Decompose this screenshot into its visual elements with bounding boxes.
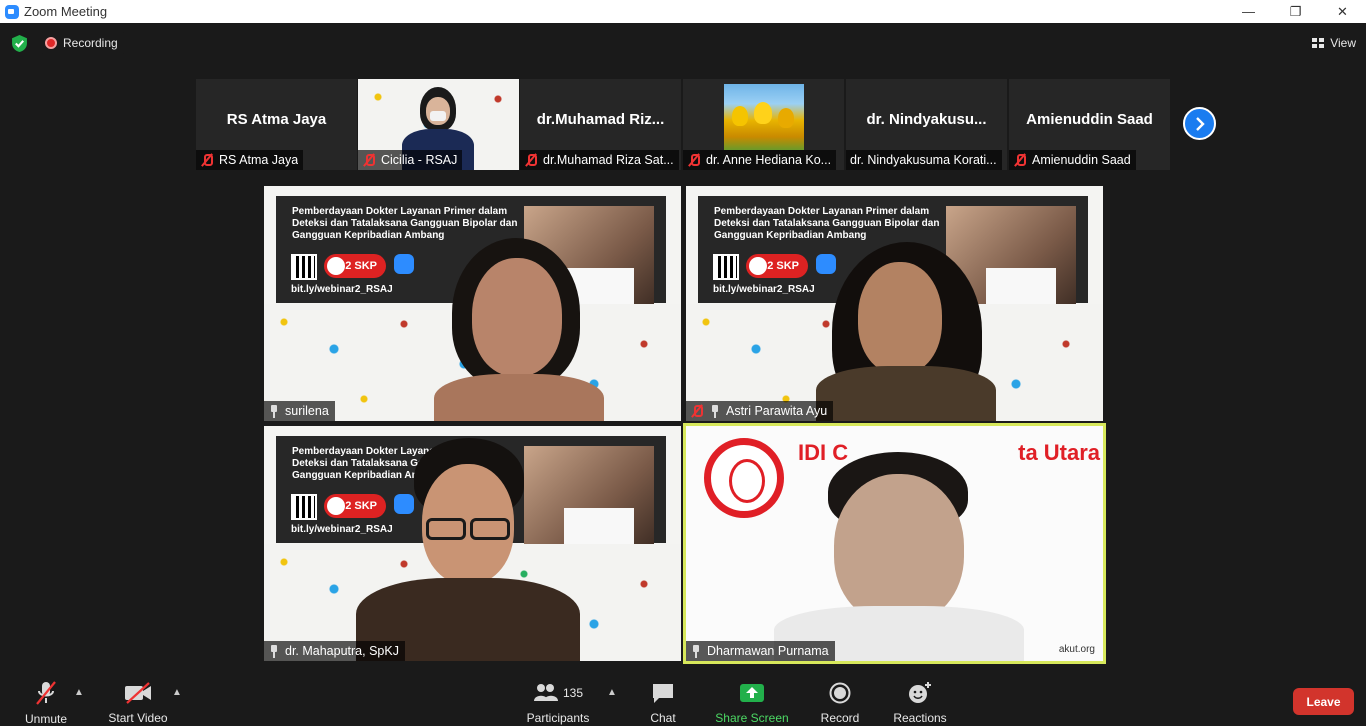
- participant-count: 135: [562, 685, 584, 700]
- participant-label: surilena: [264, 401, 335, 421]
- skp-badge: 2 SKP: [324, 254, 386, 278]
- mic-muted-icon: [362, 153, 376, 167]
- skp-badge: 2 SKP: [324, 494, 386, 518]
- chat-icon: [651, 680, 675, 705]
- profile-picture-tulips: [724, 84, 804, 150]
- pin-icon: [268, 644, 280, 658]
- participants-options-caret-icon[interactable]: ▲: [607, 687, 617, 698]
- view-label: View: [1330, 36, 1356, 50]
- smiley-plus-icon: [908, 680, 932, 705]
- leave-button[interactable]: Leave: [1293, 688, 1354, 715]
- mic-muted-icon: [687, 153, 701, 167]
- record-button[interactable]: Record: [815, 673, 865, 725]
- skp-badge: 2 SKP: [746, 254, 808, 278]
- mic-muted-icon: [690, 404, 704, 418]
- mic-muted-icon: [34, 680, 58, 706]
- record-icon: [829, 680, 851, 705]
- qr-code-icon: [713, 254, 739, 280]
- participant-label: Cicilia - RSAJ: [358, 150, 463, 170]
- filmstrip-tile[interactable]: Cicilia - RSAJ: [358, 79, 519, 170]
- banner-line: Deteksi dan Tatalaksana Gangguan Bipolar…: [714, 218, 940, 229]
- participant-label: dr. Nindyakusuma Korati...: [846, 150, 1002, 170]
- participant-label: dr. Anne Hediana Ko...: [683, 150, 837, 170]
- view-button[interactable]: View: [1312, 33, 1356, 53]
- zoom-logo-icon: [394, 494, 414, 514]
- camera-off-icon: [124, 680, 152, 705]
- minimize-button[interactable]: —: [1225, 0, 1272, 23]
- participant-display-name: RS Atma Jaya: [226, 111, 327, 128]
- banner-line: Deteksi dan Tatalaksana Gangguan Bipolar…: [292, 218, 518, 229]
- banner-link: bit.ly/webinar2_RSAJ: [291, 524, 393, 535]
- filmstrip-next-button[interactable]: [1183, 107, 1216, 140]
- participant-label: Dharmawan Purnama: [686, 641, 835, 661]
- idi-logo-icon: [704, 438, 784, 518]
- filmstrip-tile[interactable]: dr. Nindyakusu... dr. Nindyakusuma Korat…: [846, 79, 1007, 170]
- restore-button[interactable]: ❐: [1272, 0, 1319, 23]
- window-titlebar: Zoom Meeting — ❐ ✕: [0, 0, 1366, 23]
- banner-photo: [524, 446, 654, 553]
- idi-backdrop-title: IDI Cta Utara: [798, 440, 1101, 465]
- start-video-button[interactable]: Start Video: [104, 673, 172, 725]
- mic-muted-icon: [524, 153, 538, 167]
- shield-icon[interactable]: [11, 35, 28, 52]
- banner-line: Gangguan Kepribadian Ambang: [714, 230, 867, 241]
- banner-link: bit.ly/webinar2_RSAJ: [291, 284, 393, 295]
- chevron-right-icon: [1195, 116, 1205, 131]
- video-tile-active-speaker[interactable]: IDI Cta Utara akut.org Dharmawan Purnama: [683, 423, 1106, 664]
- participant-display-name: dr.Muhamad Riz...: [536, 111, 665, 128]
- meeting-toolbar: Unmute ▲ Start Video ▲ 135 Participants …: [0, 673, 1366, 726]
- banner-line: Pemberdayaan Dokter Layanan Primer dalam: [292, 206, 508, 217]
- participant-label: Amienuddin Saad: [1009, 150, 1136, 170]
- recording-indicator[interactable]: Recording: [40, 32, 126, 54]
- participants-button[interactable]: 135 Participants: [524, 673, 592, 725]
- participants-icon: [533, 683, 558, 701]
- reactions-button[interactable]: Reactions: [890, 673, 950, 725]
- filmstrip-tile[interactable]: dr. Anne Hediana Ko...: [683, 79, 844, 170]
- video-tile[interactable]: Pemberdayaan Dokter Layanan Primer dalam…: [264, 186, 681, 421]
- banner-line: Pemberdayaan Dokter Layanan Primer dalam: [714, 206, 930, 217]
- filmstrip-tile[interactable]: Amienuddin Saad Amienuddin Saad: [1009, 79, 1170, 170]
- participant-label: RS Atma Jaya: [196, 150, 304, 170]
- qr-code-icon: [291, 254, 317, 280]
- close-button[interactable]: ✕: [1319, 0, 1366, 23]
- participant-label: dr.Muhamad Riza Sat...: [520, 150, 679, 170]
- participant-label: Astri Parawita Ayu: [686, 401, 834, 421]
- qr-code-icon: [291, 494, 317, 520]
- filmstrip-tile[interactable]: dr.Muhamad Riz... dr.Muhamad Riza Sat...: [520, 79, 681, 170]
- audio-options-caret-icon[interactable]: ▲: [74, 687, 84, 698]
- participant-display-name: dr. Nindyakusu...: [866, 111, 987, 128]
- participant-display-name: Amienuddin Saad: [1026, 111, 1153, 128]
- pin-icon: [709, 404, 721, 418]
- zoom-logo-icon: [394, 254, 414, 274]
- video-options-caret-icon[interactable]: ▲: [172, 687, 182, 698]
- meeting-status-bar: Recording View: [0, 23, 1366, 63]
- grid-view-icon: [1312, 38, 1325, 48]
- mic-muted-icon: [1013, 153, 1027, 167]
- video-tile[interactable]: Pemberdayaan Dokter Layanan Primer dalam…: [264, 426, 681, 661]
- unmute-button[interactable]: Unmute: [14, 673, 78, 726]
- share-screen-button[interactable]: Share Screen: [714, 673, 790, 725]
- window-title: Zoom Meeting: [24, 4, 108, 19]
- chat-button[interactable]: Chat: [643, 673, 683, 725]
- recording-dot-icon: [45, 37, 57, 49]
- idi-backdrop-footer: akut.org: [1058, 644, 1095, 655]
- mic-muted-icon: [200, 153, 214, 167]
- filmstrip-tile[interactable]: RS Atma Jaya RS Atma Jaya: [196, 79, 357, 170]
- video-tile[interactable]: Pemberdayaan Dokter Layanan Primer dalam…: [686, 186, 1103, 421]
- pin-icon: [268, 404, 280, 418]
- participant-label: dr. Mahaputra, SpKJ: [264, 641, 405, 661]
- zoom-logo-icon: [816, 254, 836, 274]
- pin-icon: [690, 644, 702, 658]
- window-controls: — ❐ ✕: [1225, 0, 1366, 23]
- recording-label: Recording: [63, 36, 118, 50]
- share-screen-icon: [739, 680, 765, 705]
- banner-link: bit.ly/webinar2_RSAJ: [713, 284, 815, 295]
- zoom-app-icon: [5, 4, 19, 19]
